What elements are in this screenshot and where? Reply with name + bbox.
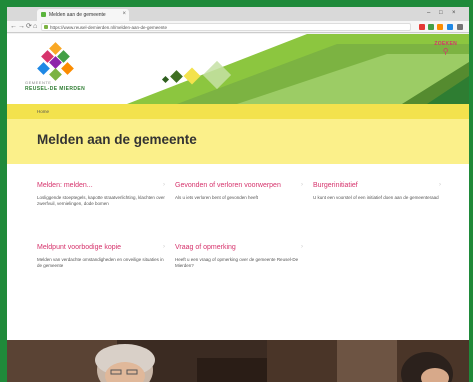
card-vraag[interactable]: Vraag of opmerking Heeft u een vraag of … bbox=[175, 244, 303, 269]
breadcrumb-home[interactable]: Home bbox=[37, 109, 49, 114]
back-icon[interactable]: ← bbox=[10, 23, 17, 31]
card-meldpunt[interactable]: Meldpunt voorbodige kopie Melden van ver… bbox=[37, 244, 165, 269]
forward-icon[interactable]: → bbox=[18, 23, 25, 31]
card-text: Als u iets verloren bent of gevonden hee… bbox=[175, 194, 259, 200]
logo-name: REUSEL-DE MIERDEN bbox=[25, 86, 86, 92]
breadcrumb: Home bbox=[7, 104, 469, 119]
card-title[interactable]: Melden: melden... bbox=[37, 182, 165, 191]
card-title[interactable]: Meldpunt voorbodige kopie bbox=[37, 244, 165, 253]
address-bar[interactable]: https://www.reusel-demierden.nl/melden-a… bbox=[41, 23, 411, 31]
card-burgerinitiatief[interactable]: Burgerinitiatief U kunt een voorstel of … bbox=[313, 182, 441, 201]
footer-photo bbox=[7, 340, 469, 382]
extension-icon[interactable] bbox=[419, 24, 425, 30]
browser-tab[interactable]: Melden aan de gemeente × bbox=[37, 9, 129, 21]
browser-menu-icon[interactable] bbox=[457, 24, 463, 30]
reload-icon[interactable]: ⟳ bbox=[26, 23, 32, 31]
extension-icon[interactable] bbox=[447, 24, 453, 30]
favicon-icon bbox=[41, 12, 46, 17]
browser-tab-bar: Melden aan de gemeente × – □ × bbox=[7, 7, 469, 21]
browser-window: Melden aan de gemeente × – □ × ← → ⟳ ⌂ h… bbox=[7, 7, 469, 382]
hero-banner: Melden aan de gemeente bbox=[7, 119, 469, 164]
card-text: Losliggende stoeptegels, kapotte straatv… bbox=[37, 194, 165, 206]
chevron-right-icon: › bbox=[301, 182, 303, 188]
people-photo bbox=[7, 340, 469, 382]
logo-mark bbox=[37, 42, 74, 81]
extension-icon[interactable] bbox=[437, 24, 443, 30]
card-gevonden[interactable]: Gevonden of verloren voorwerpen Als u ie… bbox=[175, 182, 303, 201]
site-header: GEMEENTE REUSEL-DE MIERDEN ZOEKEN ⚲ bbox=[7, 34, 469, 104]
chevron-right-icon: › bbox=[163, 244, 165, 250]
maximize-icon[interactable]: □ bbox=[439, 10, 443, 16]
card-melden[interactable]: Melden: melden... Losliggende stoeptegel… bbox=[37, 182, 165, 207]
content-area: Melden: melden... Losliggende stoeptegel… bbox=[7, 164, 469, 340]
address-url: https://www.reusel-demierden.nl/melden-a… bbox=[50, 25, 168, 30]
close-window-icon[interactable]: × bbox=[452, 10, 456, 16]
extension-icon[interactable] bbox=[428, 24, 434, 30]
lock-icon bbox=[44, 25, 48, 29]
search-icon: ⚲ bbox=[442, 47, 449, 56]
chevron-right-icon: › bbox=[163, 182, 165, 188]
card-text: Melden van verdachte omstandigheden en o… bbox=[37, 256, 164, 268]
card-title[interactable]: Vraag of opmerking bbox=[175, 244, 303, 253]
chevron-right-icon: › bbox=[301, 244, 303, 250]
page-title: Melden aan de gemeente bbox=[37, 132, 197, 147]
search-button[interactable]: ZOEKEN ⚲ bbox=[434, 41, 457, 56]
card-title[interactable]: Burgerinitiatief bbox=[313, 182, 441, 191]
card-title[interactable]: Gevonden of verloren voorwerpen bbox=[175, 182, 303, 191]
tab-title: Melden aan de gemeente bbox=[49, 12, 106, 18]
tab-close-icon[interactable]: × bbox=[122, 11, 126, 17]
card-text: Heeft u een vraag of opmerking over de g… bbox=[175, 256, 299, 268]
logo-subtitle: GEMEENTE bbox=[25, 80, 52, 85]
home-icon[interactable]: ⌂ bbox=[33, 23, 37, 31]
card-text: U kunt een voorstel of een initiatief do… bbox=[313, 194, 439, 200]
site-logo[interactable]: GEMEENTE REUSEL-DE MIERDEN bbox=[25, 42, 105, 99]
minimize-icon[interactable]: – bbox=[427, 10, 430, 16]
browser-toolbar: ← → ⟳ ⌂ https://www.reusel-demierden.nl/… bbox=[7, 21, 469, 33]
chevron-right-icon: › bbox=[439, 182, 441, 188]
